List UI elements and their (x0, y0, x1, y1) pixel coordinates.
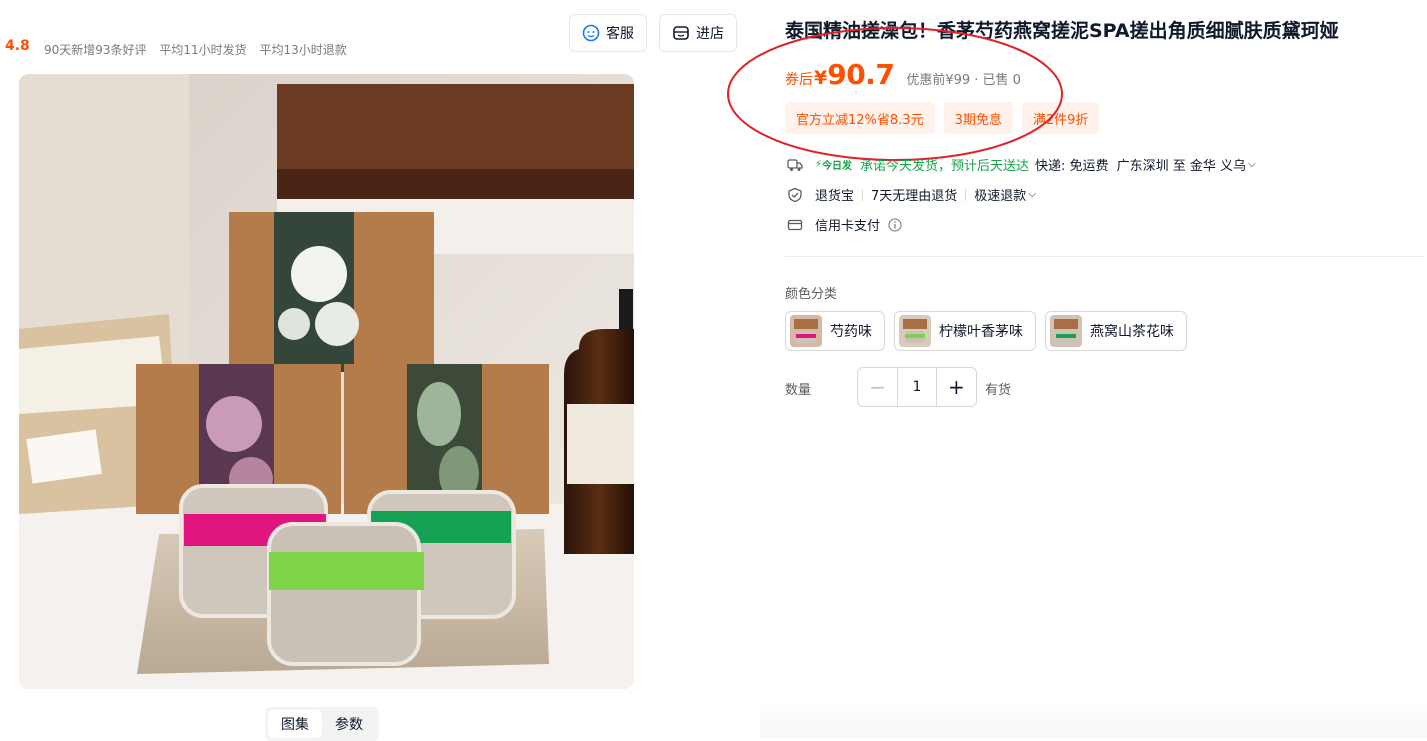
quantity-input[interactable]: 1 (897, 368, 937, 406)
card-icon (787, 219, 803, 230)
info-icon[interactable] (888, 217, 902, 232)
divider (862, 188, 864, 201)
shield-icon (788, 187, 802, 202)
today-ship-text: 今日发 (822, 161, 853, 172)
today-ship-badge: ⚡ 今日发 (815, 159, 853, 172)
stat-refund-time: 平均13小时退款 (259, 43, 347, 57)
bottom-panel-edge (760, 700, 1427, 738)
divider (965, 188, 967, 201)
customer-service-button[interactable]: 客服 (569, 14, 647, 52)
sku-label-peony: 芍药味 (830, 324, 872, 340)
section-divider (785, 256, 1425, 257)
ship-route[interactable]: 广东深圳 至 金华 义乌 (1117, 155, 1246, 174)
annotation-circle (727, 27, 1063, 161)
quantity-label: 数量 (785, 383, 812, 398)
ship-promise: 承诺今天发货，预计后天送达 (860, 159, 1030, 174)
shop-stats: 90天新增93条好评 平均11小时发货 平均13小时退款 (44, 41, 356, 58)
tab-gallery[interactable]: 图集 (268, 710, 322, 738)
sku-option-peony[interactable]: 芍药味 (785, 311, 885, 351)
sku-option-lemongrass[interactable]: 柠檬叶香茅味 (894, 311, 1036, 351)
sku-option-camellia[interactable]: 燕窝山茶花味 (1045, 311, 1187, 351)
return-insurance: 退货宝 (815, 189, 855, 204)
chevron-down-icon[interactable]: ⌵ (1248, 159, 1256, 170)
quantity-stepper: − 1 + (857, 367, 977, 407)
sku-label: 颜色分类 (785, 287, 838, 302)
sku-thumbnail (899, 315, 931, 347)
stock-status: 有货 (985, 383, 1012, 398)
chevron-down-icon[interactable]: ⌵ (1028, 189, 1036, 200)
sku-label-lemongrass: 柠檬叶香茅味 (939, 324, 1023, 340)
fast-refund[interactable]: 极速退款 (974, 185, 1026, 204)
sku-thumbnail (1050, 315, 1082, 347)
service-label: 客服 (606, 26, 634, 42)
tab-params[interactable]: 参数 (322, 710, 376, 738)
shop-rating: 4.8 (5, 38, 30, 54)
sku-label-camellia: 燕窝山茶花味 (1090, 324, 1174, 340)
gallery-tab-bar: 图集 参数 (265, 707, 379, 741)
shipping-row: ⚡ 今日发 承诺今天发货，预计后天送达 快递: 免运费 广东深圳 至 金华 义乌 … (787, 155, 1256, 174)
return-policy: 7天无理由退货 (871, 189, 958, 204)
store-icon (673, 26, 689, 40)
payment-row: 信用卡支付 (787, 215, 914, 234)
plus-icon[interactable]: + (937, 368, 976, 406)
sku-thumbnail (790, 315, 822, 347)
stat-shipping-time: 平均11小时发货 (159, 43, 247, 57)
product-main-image[interactable] (19, 74, 634, 689)
minus-icon[interactable]: − (858, 368, 897, 406)
express-fee: 快递: 免运费 (1035, 159, 1109, 174)
store-label: 进店 (696, 26, 724, 42)
stat-reviews: 90天新增93条好评 (44, 43, 147, 57)
sku-options: 芍药味 柠檬叶香茅味 燕窝山茶花味 (785, 311, 1196, 351)
returns-row: 退货宝 7天无理由退货 极速退款 ⌵ (787, 185, 1036, 204)
payment-method: 信用卡支付 (815, 219, 881, 234)
truck-icon (787, 158, 803, 171)
service-icon (582, 24, 600, 42)
